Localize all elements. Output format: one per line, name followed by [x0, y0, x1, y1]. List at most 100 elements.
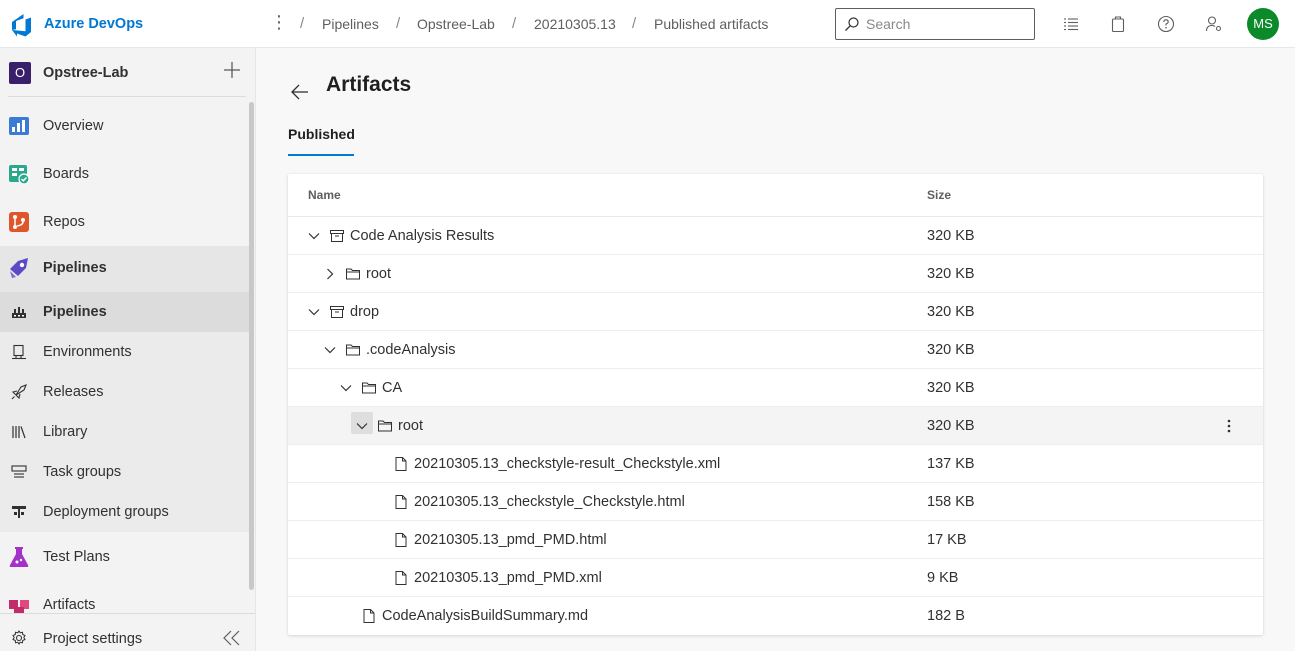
search-icon [845, 17, 859, 31]
row-name: Code Analysis Results [350, 228, 495, 244]
table-row[interactable]: root 320 KB [288, 407, 1263, 445]
sidebar-item-boards[interactable]: Boards [0, 152, 250, 196]
file-icon [395, 495, 407, 509]
row-size: 320 KB [927, 266, 975, 282]
sidebar-subitem-task-groups[interactable]: Task groups [0, 452, 250, 492]
checklist-icon[interactable] [1061, 14, 1081, 34]
sidebar-subitem-pipelines[interactable]: Pipelines [0, 292, 250, 332]
more-actions-icon[interactable] [1221, 417, 1237, 435]
sidebar-item-label: Pipelines [43, 304, 107, 320]
table-row[interactable]: 20210305.13_pmd_PMD.html 17 KB [288, 521, 1263, 559]
chevron-down-icon[interactable] [307, 229, 321, 243]
project-header[interactable]: O Opstree-Lab [0, 48, 255, 96]
search-input[interactable] [866, 14, 1026, 34]
row-name[interactable]: 20210305.13_checkstyle_Checkstyle.html [414, 494, 685, 510]
sidebar-subitem-environments[interactable]: Environments [0, 332, 250, 372]
row-name: CA [382, 380, 403, 396]
sidebar-item-label: Boards [43, 166, 89, 182]
artifacts-table: Name Size Code Analysis Results 320 KB roo… [288, 174, 1263, 635]
deployment-groups-icon [12, 506, 26, 518]
row-size: 320 KB [927, 418, 975, 434]
test-plans-icon [9, 547, 29, 567]
sidebar-item-label: Task groups [43, 464, 122, 480]
sidebar-subitem-deployment-groups[interactable]: Deployment groups [0, 492, 250, 532]
user-settings-icon[interactable] [1204, 14, 1224, 34]
repos-icon [9, 212, 29, 232]
project-name[interactable]: Opstree-Lab [43, 65, 128, 81]
search-box[interactable] [835, 8, 1035, 40]
avatar[interactable]: MS [1247, 8, 1279, 40]
row-size: 320 KB [927, 228, 975, 244]
back-arrow-icon[interactable] [290, 82, 310, 102]
brand-name[interactable]: Azure DevOps [44, 16, 143, 32]
divider [8, 96, 246, 97]
chevron-down-icon[interactable] [307, 305, 321, 319]
more-vertical-icon[interactable]: ⋮ [270, 12, 288, 32]
row-size: 320 KB [927, 380, 975, 396]
help-icon[interactable] [1156, 14, 1176, 34]
sidebar-item-repos[interactable]: Repos [0, 200, 250, 244]
row-name[interactable]: 20210305.13_pmd_PMD.xml [414, 570, 602, 586]
boards-icon [9, 165, 30, 185]
folder-icon [378, 420, 392, 432]
breadcrumb-separator: / [512, 15, 517, 32]
top-bar: Azure DevOps ⋮ / Pipelines / Opstree-Lab… [0, 0, 1295, 48]
row-name[interactable]: 20210305.13_pmd_PMD.html [414, 532, 607, 548]
overview-icon [9, 117, 29, 135]
sidebar-subitem-library[interactable]: Library [0, 412, 250, 452]
plus-icon[interactable] [222, 60, 242, 80]
file-icon [395, 533, 407, 547]
sidebar-item-label: Pipelines [43, 260, 107, 276]
azure-devops-logo-icon[interactable] [8, 12, 34, 38]
table-row[interactable]: .codeAnalysis 320 KB [288, 331, 1263, 369]
tab-published[interactable]: Published [288, 126, 355, 142]
breadcrumb-run[interactable]: 20210305.13 [534, 16, 616, 32]
row-name[interactable]: CodeAnalysisBuildSummary.md [382, 608, 588, 624]
row-name: root [366, 266, 391, 282]
folder-icon [346, 268, 360, 280]
shopping-bag-icon[interactable] [1108, 14, 1128, 34]
table-row[interactable]: root 320 KB [288, 255, 1263, 293]
task-groups-icon [11, 465, 27, 478]
row-name[interactable]: 20210305.13_checkstyle-result_Checkstyle… [414, 456, 720, 472]
column-header-name[interactable]: Name [308, 188, 341, 202]
table-row[interactable]: 20210305.13_checkstyle-result_Checkstyle… [288, 445, 1263, 483]
row-size: 158 KB [927, 494, 975, 510]
sidebar-item-overview[interactable]: Overview [0, 104, 250, 148]
sidebar-item-label: Overview [43, 118, 104, 134]
sidebar-item-test-plans[interactable]: Test Plans [0, 535, 250, 579]
breadcrumb-pipelines[interactable]: Pipelines [322, 16, 379, 32]
sidebar-item-label: Artifacts [43, 597, 96, 613]
project-badge: O [9, 62, 31, 84]
breadcrumb-current[interactable]: Published artifacts [654, 16, 768, 32]
row-name: root [398, 418, 423, 434]
table-row[interactable]: drop 320 KB [288, 293, 1263, 331]
breadcrumb-project[interactable]: Opstree-Lab [417, 16, 495, 32]
environments-icon [12, 344, 26, 360]
chevron-down-icon[interactable] [323, 343, 337, 357]
sidebar-scrollbar[interactable] [249, 102, 254, 590]
collapse-sidebar-icon[interactable] [222, 630, 242, 646]
table-row[interactable]: CodeAnalysisBuildSummary.md 182 B [288, 597, 1263, 635]
table-row[interactable]: Code Analysis Results 320 KB [288, 217, 1263, 255]
folder-icon [362, 382, 376, 394]
row-size: 9 KB [927, 570, 959, 586]
chevron-right-icon[interactable] [323, 267, 337, 281]
row-size: 320 KB [927, 304, 975, 320]
sidebar-item-pipelines[interactable]: Pipelines [0, 246, 250, 292]
breadcrumb-separator: / [300, 15, 305, 32]
table-row[interactable]: 20210305.13_checkstyle_Checkstyle.html 15… [288, 483, 1263, 521]
chevron-down-icon[interactable] [355, 419, 369, 433]
sidebar-subitem-releases[interactable]: Releases [0, 372, 250, 412]
breadcrumb-separator: / [632, 15, 637, 32]
column-header-size[interactable]: Size [927, 188, 951, 202]
table-row[interactable]: CA 320 KB [288, 369, 1263, 407]
table-row[interactable]: 20210305.13_pmd_PMD.xml 9 KB [288, 559, 1263, 597]
row-size: 182 B [927, 608, 965, 624]
sidebar-item-label: Repos [43, 214, 85, 230]
sidebar-item-label: Environments [43, 344, 132, 360]
page-title: Artifacts [326, 73, 412, 96]
project-settings[interactable]: Project settings [0, 613, 255, 651]
row-size: 17 KB [927, 532, 967, 548]
chevron-down-icon[interactable] [339, 381, 353, 395]
